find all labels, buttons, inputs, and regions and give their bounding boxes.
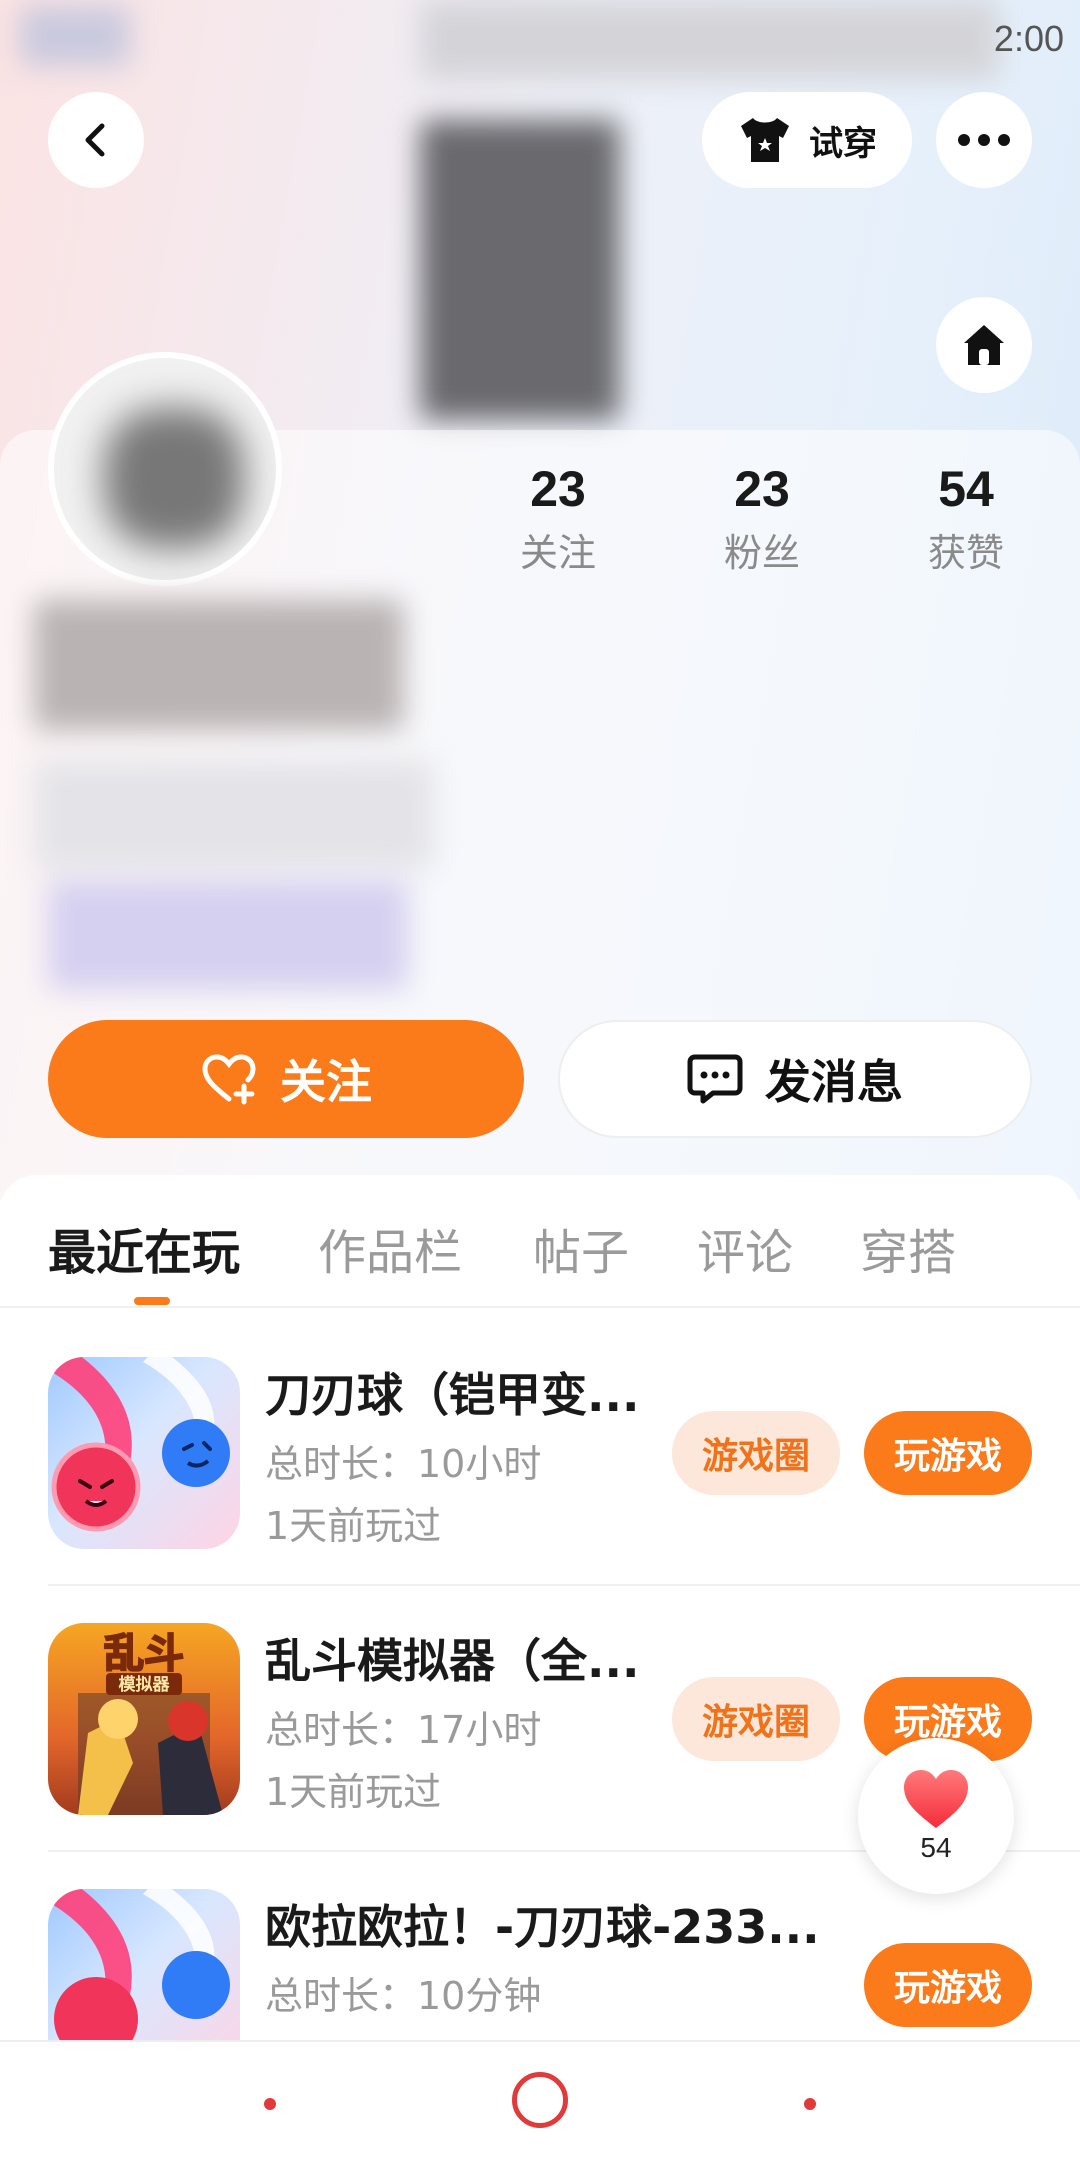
game-icon [48,1357,240,1549]
game-circle-button[interactable]: 游戏圈 [672,1411,840,1495]
active-tab-indicator [134,1297,170,1305]
blade-ball-art-icon [48,1357,230,1532]
game-icon-text: 乱斗 [104,1631,184,1677]
game-title: 刀刃球（铠甲变... [265,1368,640,1422]
back-button[interactable] [48,92,144,188]
game-duration: 总时长：17小时 [265,1708,542,1752]
blurred-status-left [20,6,130,66]
chevron-left-icon [85,123,105,157]
play-game-button[interactable]: 玩游戏 [864,1943,1032,2027]
tab-outfits[interactable]: 穿搭 [860,1213,956,1283]
tab-posts[interactable]: 帖子 [533,1213,629,1283]
brawl-simulator-art-icon: 乱斗 模拟器 [78,1630,223,1815]
try-on-label: 试穿 [809,123,877,164]
tab-works[interactable]: 作品栏 [318,1213,462,1283]
tab-comments[interactable]: 评论 [697,1213,793,1283]
game-last-played: 1天前玩过 [265,1504,442,1548]
game-duration: 总时长：10小时 [265,1442,542,1486]
nav-recents-button[interactable] [264,2098,276,2110]
tab-recently-played[interactable]: 最近在玩 [48,1213,240,1283]
message-label: 发消息 [765,1055,903,1109]
heart-icon [904,1770,968,1828]
game-circle-button[interactable]: 游戏圈 [672,1677,840,1761]
stat-following[interactable]: 23 关注 [478,460,638,577]
follow-label: 关注 [280,1055,372,1109]
blurred-tag [48,880,408,990]
play-game-button[interactable]: 玩游戏 [864,1411,1032,1495]
tshirt-icon [741,118,789,162]
blurred-username [34,600,404,730]
game-duration: 总时长：10分钟 [265,1974,542,2018]
stat-likes-value: 54 [938,461,994,517]
blurred-bio [34,760,434,870]
tabs-divider [0,1306,1080,1308]
game-icon [48,1889,240,2040]
status-time: 2:00 [993,18,1064,59]
game-icon-subtext: 模拟器 [119,1674,171,1695]
avatar[interactable] [48,352,282,586]
stat-followers-label: 粉丝 [723,531,800,575]
game-last-played: 1天前玩过 [265,1770,442,1814]
more-button[interactable] [936,92,1032,188]
try-on-button[interactable]: 试穿 [702,92,912,188]
game-title: 乱斗模拟器（全... [265,1634,640,1688]
stat-followers-value: 23 [734,461,790,517]
follow-button[interactable]: 关注 [48,1020,524,1138]
row-divider [48,1584,1080,1586]
nav-home-button[interactable] [512,2072,568,2128]
profile-tabs: 最近在玩 作品栏 帖子 评论 穿搭 [0,1195,1080,1305]
blurred-banner-top [420,0,1000,80]
like-count: 54 [920,1832,952,1863]
blurred-figure [420,120,620,420]
game-list-item[interactable]: 欧拉欧拉！-刀刃球-233... 总时长：10分钟 玩游戏 [0,1889,1080,2040]
stat-likes-label: 获赞 [927,531,1004,575]
more-dots-icon [958,134,1010,146]
stat-following-value: 23 [530,461,586,517]
chat-bubble-icon [687,1054,743,1104]
stat-following-label: 关注 [519,531,596,575]
blade-ball-art-icon [48,1889,230,2040]
like-widget[interactable]: 54 [858,1738,1014,1894]
home-button[interactable] [936,297,1032,393]
nav-back-button[interactable] [804,2098,816,2110]
message-button[interactable]: 发消息 [558,1020,1032,1138]
stat-followers[interactable]: 23 粉丝 [682,460,842,577]
system-nav-bar [0,2040,1080,2160]
game-title: 欧拉欧拉！-刀刃球-233... [265,1900,820,1954]
heart-add-icon [202,1054,256,1105]
game-icon: 乱斗 模拟器 [48,1623,240,1815]
home-icon [964,325,1004,365]
stat-likes[interactable]: 54 获赞 [886,460,1046,577]
